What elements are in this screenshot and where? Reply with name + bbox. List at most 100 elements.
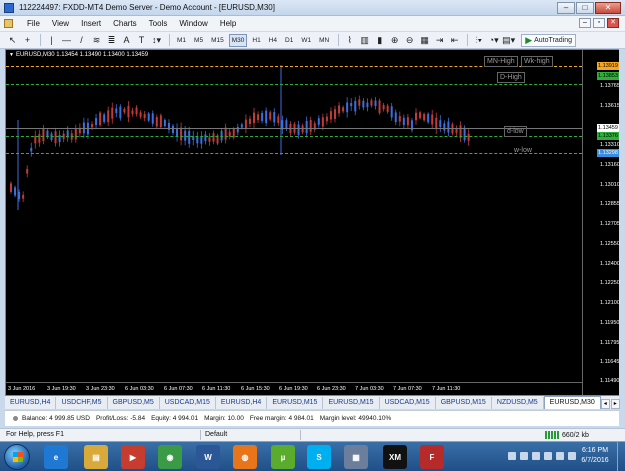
price-label: 1.13010 xyxy=(600,182,620,188)
tab-gbpusd-m15[interactable]: GBPUSD,M15 xyxy=(436,397,492,409)
label-tool-icon[interactable]: T xyxy=(135,34,148,47)
chart-shift-icon[interactable]: ⇥ xyxy=(433,34,446,47)
candle xyxy=(281,115,284,135)
tab-usdcad-m15[interactable]: USDCAD,M15 xyxy=(160,397,216,409)
word-icon[interactable]: W xyxy=(196,445,220,469)
candle xyxy=(329,107,332,124)
period-d1-button[interactable]: D1 xyxy=(282,34,296,47)
bar-chart-icon[interactable]: ▥ xyxy=(358,34,371,47)
line-chart-icon[interactable]: ⌇ xyxy=(343,34,356,47)
tab-scroll-left-icon[interactable]: ◂ xyxy=(600,399,610,409)
status-divider xyxy=(200,430,201,440)
tab-eurusd-h4[interactable]: EURUSD,H4 xyxy=(5,397,57,409)
candle xyxy=(155,114,158,129)
start-button[interactable] xyxy=(4,444,30,470)
w-low-line[interactable] xyxy=(6,153,582,154)
tab-eurusd-m15[interactable]: EURUSD,M15 xyxy=(267,397,324,409)
taskbar-clock[interactable]: 6:16 PM 6/7/2016 xyxy=(575,446,615,466)
period-m5-button[interactable]: M5 xyxy=(191,34,206,47)
wk-high-line[interactable] xyxy=(6,84,582,85)
show-desktop-button[interactable] xyxy=(617,442,625,471)
zoom-in-icon[interactable]: ⊕ xyxy=(388,34,401,47)
auto-scroll-icon[interactable]: ⇤ xyxy=(448,34,461,47)
menu-window[interactable]: Window xyxy=(173,19,213,28)
w-low-label[interactable]: w-low xyxy=(512,146,534,155)
tab-eurusd-h4-2[interactable]: EURUSD,H4 xyxy=(216,397,268,409)
period-h4-button[interactable]: H4 xyxy=(266,34,280,47)
maximize-button[interactable]: □ xyxy=(576,2,594,14)
crosshair-tool-icon[interactable]: + xyxy=(21,34,34,47)
d-low-line[interactable] xyxy=(6,136,582,137)
tab-usdchf-m5[interactable]: USDCHF,M5 xyxy=(56,397,108,409)
menu-file[interactable]: File xyxy=(21,19,46,28)
indicators-icon[interactable]: ⫶▾ xyxy=(472,34,485,47)
tab-nzdusd-m5[interactable]: NZDUSD,M5 xyxy=(492,397,544,409)
menu-help[interactable]: Help xyxy=(214,19,242,28)
tray-volume-icon[interactable] xyxy=(544,452,552,460)
mn-high-label[interactable]: MN-High xyxy=(484,56,518,67)
period-m30-button[interactable]: M30 xyxy=(228,33,248,47)
fxdd-icon[interactable]: F xyxy=(420,445,444,469)
arrows-tool-icon[interactable]: ↕▾ xyxy=(150,34,163,47)
candlestick-icon[interactable]: ▮ xyxy=(373,34,386,47)
chrome-icon[interactable]: ◉ xyxy=(158,445,182,469)
tile-windows-icon[interactable]: ▦ xyxy=(418,34,431,47)
horizontal-line-tool-icon[interactable]: — xyxy=(60,34,73,47)
menu-charts[interactable]: Charts xyxy=(107,19,143,28)
menu-view[interactable]: View xyxy=(46,19,75,28)
explorer-icon[interactable]: ▤ xyxy=(84,445,108,469)
tab-eurusd-m15-2[interactable]: EURUSD,M15 xyxy=(323,397,380,409)
menu-tools[interactable]: Tools xyxy=(143,19,174,28)
connection-status[interactable]: 660/2 kb xyxy=(545,431,589,439)
tray-battery-icon[interactable] xyxy=(556,452,564,460)
chart-window[interactable]: ▼ EURUSD,M30 1.13454 1.13490 1.13400 1.13… xyxy=(5,49,620,396)
tab-gbpusd-m5[interactable]: GBPUSD,M5 xyxy=(108,397,160,409)
vertical-line-tool-icon[interactable]: | xyxy=(45,34,58,47)
minimize-button[interactable]: – xyxy=(557,2,575,14)
period-mn-button[interactable]: MN xyxy=(316,34,332,47)
tray-flag-icon[interactable] xyxy=(520,452,528,460)
periods-menu-icon[interactable]: ◔▾ xyxy=(487,34,500,47)
cursor-tool-icon[interactable]: ↖ xyxy=(6,34,19,47)
status-profile[interactable]: Default xyxy=(205,431,227,438)
mdi-close-button[interactable]: ✕ xyxy=(607,18,619,28)
terminal-balance-row[interactable]: Balance: 4 999.85 USD Profit/Loss: -5.84… xyxy=(5,410,619,426)
tray-arrow-icon[interactable] xyxy=(508,452,516,460)
firefox-icon[interactable]: ◍ xyxy=(233,445,257,469)
price-axis[interactable]: 1.13765 1.13615 1.13310 1.13160 1.13010 … xyxy=(582,50,620,395)
tab-usdcad-m15-2[interactable]: USDCAD,M15 xyxy=(380,397,436,409)
period-w1-button[interactable]: W1 xyxy=(298,34,314,47)
candlestick-plot[interactable] xyxy=(6,50,582,382)
xm-icon[interactable]: XM xyxy=(383,445,407,469)
skype-icon[interactable]: S xyxy=(307,445,331,469)
period-m1-button[interactable]: M1 xyxy=(174,34,189,47)
utorrent-icon[interactable]: µ xyxy=(271,445,295,469)
chart-window-icon[interactable] xyxy=(4,19,13,28)
close-button[interactable]: ✕ xyxy=(595,2,621,14)
tray-network-icon[interactable] xyxy=(532,452,540,460)
candle xyxy=(394,109,397,126)
trendline-tool-icon[interactable]: / xyxy=(75,34,88,47)
fibonacci-tool-icon[interactable]: ≣ xyxy=(105,34,118,47)
period-m15-button[interactable]: M15 xyxy=(208,34,227,47)
templates-icon[interactable]: ▤▾ xyxy=(502,34,515,47)
d-low-label[interactable]: d-low xyxy=(504,126,527,137)
zoom-out-icon[interactable]: ⊖ xyxy=(403,34,416,47)
tab-scroll-right-icon[interactable]: ▸ xyxy=(610,399,620,409)
text-tool-icon[interactable]: A xyxy=(120,34,133,47)
autotrading-button[interactable]: ▶ AutoTrading xyxy=(521,33,576,47)
media-player-icon[interactable]: ▶ xyxy=(121,445,145,469)
d-high-label[interactable]: D-High xyxy=(497,72,525,83)
time-axis[interactable]: 3 Jun 2016 3 Jun 19:30 3 Jun 23:30 6 Jun… xyxy=(6,382,582,395)
channel-tool-icon[interactable]: ≋ xyxy=(90,34,103,47)
ie-icon[interactable]: e xyxy=(44,445,68,469)
menu-insert[interactable]: Insert xyxy=(75,19,107,28)
candle xyxy=(285,118,288,132)
tab-eurusd-m30[interactable]: EURUSD,M30 xyxy=(543,396,601,409)
chart-app-icon[interactable]: ▦ xyxy=(344,445,368,469)
mdi-restore-button[interactable]: ▫ xyxy=(593,18,605,28)
period-h1-button[interactable]: H1 xyxy=(249,34,263,47)
candle xyxy=(167,119,170,134)
wk-high-label[interactable]: Wk-high xyxy=(521,56,553,67)
mdi-minimize-button[interactable]: – xyxy=(579,18,591,28)
